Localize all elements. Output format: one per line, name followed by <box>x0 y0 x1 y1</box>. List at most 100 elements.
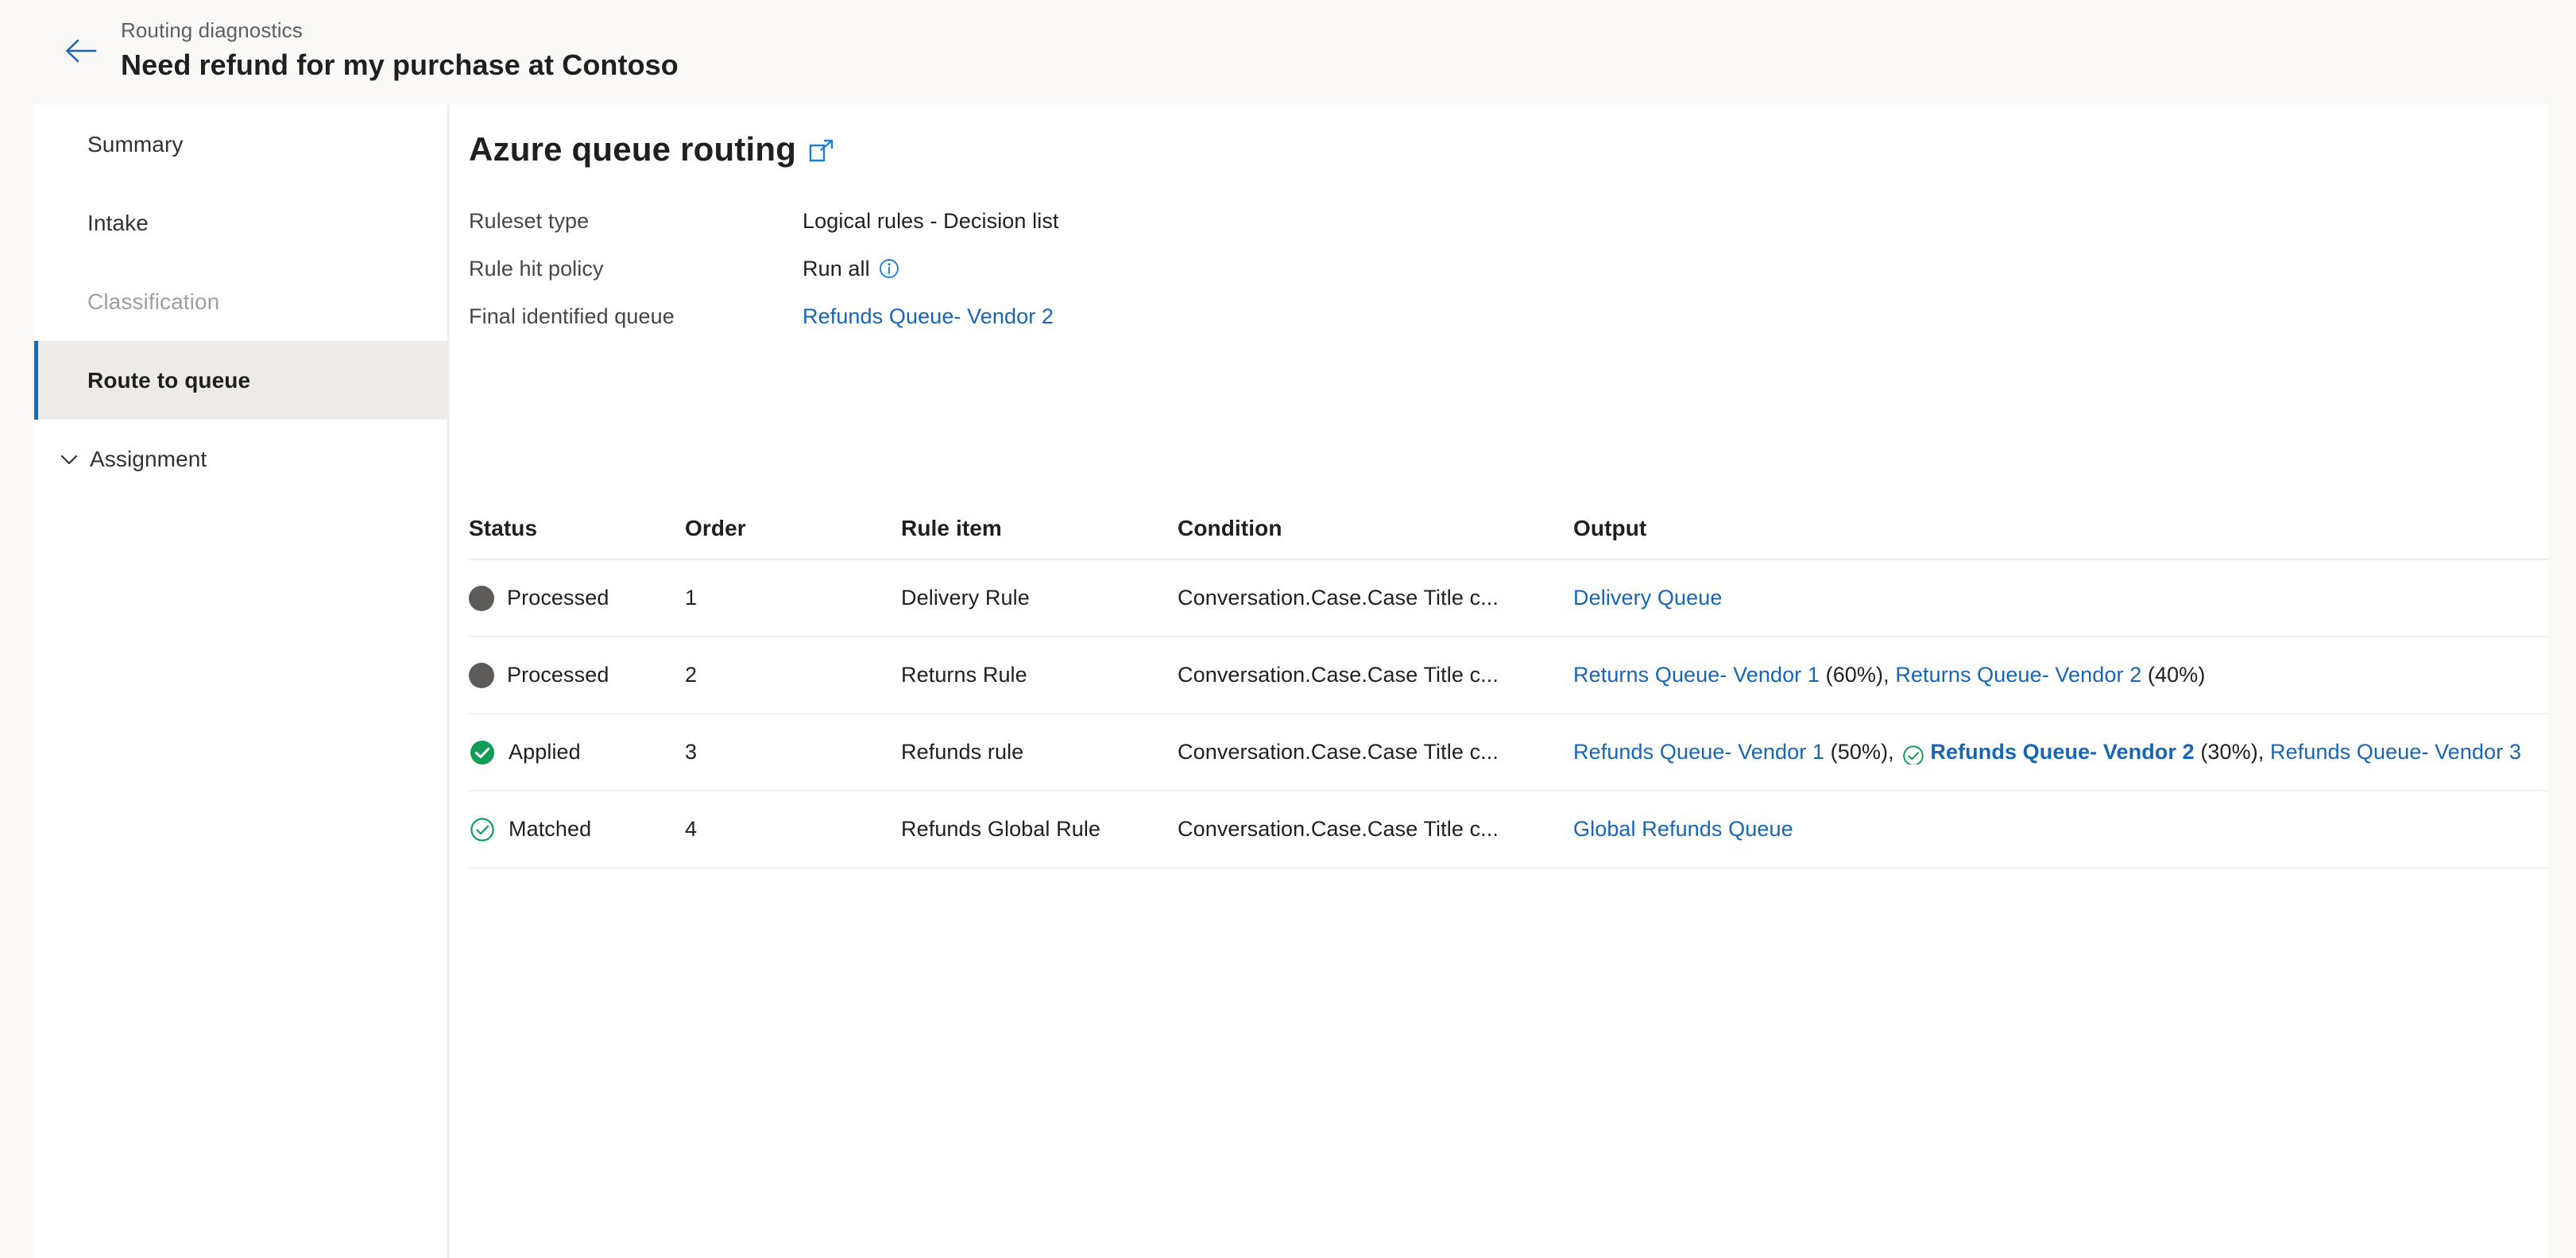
cell-output: Returns Queue- Vendor 1 (60%), Returns Q… <box>1573 663 2548 687</box>
cell-condition: Conversation.Case.Case Title c... <box>1178 817 1573 842</box>
sidebar-item-assignment[interactable]: Assignment <box>34 420 447 498</box>
sidebar-item-label: Classification <box>87 288 220 314</box>
cell-rule-item: Returns Rule <box>901 663 1178 687</box>
status-label: Applied <box>509 740 581 764</box>
page-header: Routing diagnostics Need refund for my p… <box>0 0 2576 105</box>
order-value: 2 <box>685 663 698 687</box>
output-queue-link[interactable]: Delivery Queue <box>1573 586 1723 610</box>
condition-text: Conversation.Case.Case Title c... <box>1178 817 1499 841</box>
green-outline-check-circle-icon <box>469 816 496 843</box>
property-row: Ruleset type Logical rules - Decision li… <box>469 197 1740 245</box>
rule-item-name: Returns Rule <box>901 663 1027 687</box>
cell-status: Processed <box>469 585 685 611</box>
filled-gray-circle-icon <box>469 585 494 611</box>
section-header: Azure queue routing <box>469 130 836 168</box>
status-label: Processed <box>507 663 609 687</box>
rule-item-name: Refunds rule <box>901 740 1024 764</box>
cell-status: Applied <box>469 739 685 766</box>
property-value-text: Run all <box>803 256 870 281</box>
output-queue-link[interactable]: Returns Queue- Vendor 2 <box>1895 663 2141 687</box>
cell-condition: Conversation.Case.Case Title c... <box>1178 586 1573 610</box>
open-in-new-window-icon[interactable] <box>807 133 836 166</box>
info-icon[interactable] <box>878 257 900 280</box>
sidebar-item-label: Assignment <box>90 446 207 471</box>
cell-order: 2 <box>685 663 901 687</box>
rule-item-name: Delivery Rule <box>901 586 1030 610</box>
green-filled-check-circle-icon <box>469 739 496 766</box>
order-value: 1 <box>685 586 698 610</box>
output-queue-link[interactable]: Refunds Queue- Vendor 3 <box>2270 740 2521 764</box>
property-value: Logical rules - Decision list <box>803 209 1059 234</box>
sidebar-item-label: Summary <box>87 131 184 157</box>
output-percentage: (30%), <box>2194 740 2271 764</box>
sidebar-item-summary[interactable]: Summary <box>34 105 447 184</box>
table-row[interactable]: Applied 3 Refunds rule Conversation.Case.Ca… <box>469 714 2548 792</box>
column-header-condition[interactable]: Condition <box>1178 516 1573 541</box>
column-header-rule-item[interactable]: Rule item <box>901 516 1178 541</box>
sidebar-item-intake[interactable]: Intake <box>34 184 447 262</box>
output-queue-link[interactable]: Refunds Queue- Vendor 1 <box>1573 740 1824 764</box>
section-title: Azure queue routing <box>469 130 797 168</box>
cell-status: Processed <box>469 662 685 688</box>
status-label: Processed <box>507 586 609 610</box>
property-value-text: Logical rules - Decision list <box>803 208 1059 233</box>
condition-text: Conversation.Case.Case Title c... <box>1178 586 1499 610</box>
table-body: Processed 1 Delivery Rule Conversation.Case… <box>469 560 2548 869</box>
chevron-down-icon[interactable] <box>52 442 87 477</box>
cell-order: 1 <box>685 586 901 610</box>
routing-properties: Ruleset type Logical rules - Decision li… <box>469 197 1740 340</box>
property-value: Run all <box>803 257 900 281</box>
column-header-order[interactable]: Order <box>685 516 901 541</box>
arrow-left-icon <box>63 37 98 65</box>
sidebar-item-label: Intake <box>87 210 149 235</box>
right-gutter <box>2548 105 2576 1258</box>
breadcrumb[interactable]: Routing diagnostics <box>121 17 679 43</box>
cell-order: 3 <box>685 740 901 764</box>
cell-condition: Conversation.Case.Case Title c... <box>1178 740 1573 764</box>
order-value: 4 <box>685 817 698 841</box>
property-label: Final identified queue <box>469 304 675 328</box>
order-value: 3 <box>685 740 698 764</box>
column-header-status[interactable]: Status <box>469 516 685 541</box>
column-header-output[interactable]: Output <box>1573 516 2548 541</box>
cell-output: Refunds Queue- Vendor 1 (50%), Refunds Q… <box>1573 740 2548 764</box>
output-percentage: (50%), <box>1824 740 1901 764</box>
property-row: Final identified queue Refunds Queue- Ve… <box>469 292 1740 340</box>
table-row[interactable]: Processed 1 Delivery Rule Conversation.Case… <box>469 560 2548 637</box>
condition-text: Conversation.Case.Case Title c... <box>1178 740 1499 764</box>
cell-order: 4 <box>685 817 901 842</box>
sidebar-item-label: Route to queue <box>87 367 251 393</box>
property-label: Rule hit policy <box>469 256 604 281</box>
body-region: Summary Intake Classification Route to q… <box>0 105 2576 1258</box>
table-row[interactable]: Matched 4 Refunds Global Rule Conversation.… <box>469 792 2548 869</box>
route-to-queue-panel: Azure queue routing Ruleset type Logical… <box>451 105 2548 1258</box>
cell-output: Global Refunds Queue <box>1573 817 2548 842</box>
cell-rule-item: Refunds Global Rule <box>901 817 1178 842</box>
cell-rule-item: Refunds rule <box>901 740 1178 764</box>
table-row[interactable]: Processed 2 Returns Rule Conversation.Case.… <box>469 637 2548 714</box>
cell-condition: Conversation.Case.Case Title c... <box>1178 663 1573 687</box>
sidebar-item-classification: Classification <box>34 262 447 341</box>
page-title: Need refund for my purchase at Contoso <box>121 48 679 81</box>
rule-item-name: Refunds Global Rule <box>901 817 1101 841</box>
property-row: Rule hit policy Run all <box>469 245 1740 292</box>
diagnostics-sidebar: Summary Intake Classification Route to q… <box>34 105 449 1258</box>
output-queue-link[interactable]: Global Refunds Queue <box>1573 817 1793 842</box>
output-queue-link[interactable]: Refunds Queue- Vendor 2 <box>1930 740 2194 764</box>
filled-gray-circle-icon <box>469 662 494 688</box>
status-label: Matched <box>509 817 592 841</box>
cell-output: Delivery Queue <box>1573 586 2548 610</box>
output-queue-link[interactable]: Returns Queue- Vendor 1 <box>1573 663 1820 687</box>
cell-rule-item: Delivery Rule <box>901 586 1178 610</box>
final-identified-queue-link[interactable]: Refunds Queue- Vendor 2 <box>803 304 1054 329</box>
back-button[interactable] <box>60 30 101 72</box>
output-percentage: (60%), <box>1820 663 1896 687</box>
sidebar-item-route-to-queue[interactable]: Route to queue <box>34 341 447 420</box>
cell-status: Matched <box>469 816 685 843</box>
output-percentage: (40%) <box>2141 663 2206 687</box>
rules-table: Status Order Rule item Condition Output … <box>469 498 2548 869</box>
green-outline-check-circle-icon <box>1901 744 1925 764</box>
condition-text: Conversation.Case.Case Title c... <box>1178 663 1499 687</box>
header-text-block: Routing diagnostics Need refund for my p… <box>121 17 679 83</box>
table-header-row: Status Order Rule item Condition Output <box>469 498 2548 560</box>
